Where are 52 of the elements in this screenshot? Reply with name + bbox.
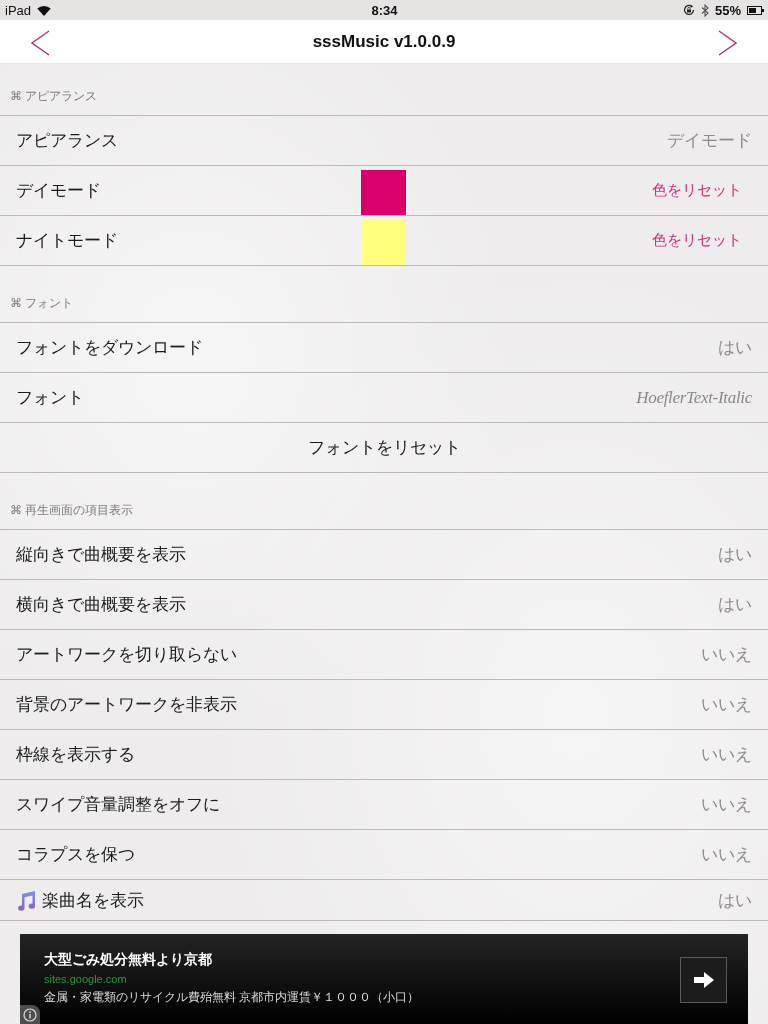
setting-value: いいえ — [701, 644, 752, 666]
setting-label: 横向きで曲概要を表示 — [16, 594, 186, 616]
color-swatch-icon[interactable] — [361, 170, 406, 215]
bluetooth-icon — [700, 3, 709, 17]
music-note-icon — [16, 889, 36, 911]
reset-font-button[interactable]: フォントをリセット — [0, 423, 768, 473]
setting-label: ナイトモード — [16, 230, 118, 252]
ad-url: sites.google.com — [44, 972, 127, 985]
setting-value: いいえ — [701, 744, 752, 766]
setting-label: アピアランス — [16, 130, 118, 152]
setting-label: フォントをダウンロード — [16, 337, 203, 359]
setting-label: フォント — [16, 387, 84, 409]
wifi-icon — [37, 4, 52, 16]
chevron-right-icon — [718, 30, 737, 56]
ad-title: 大型ごみ処分無料より京都 — [44, 950, 212, 969]
section-header: ⌘ アピアランス — [10, 88, 98, 105]
arrow-right-icon — [692, 971, 715, 989]
section-header: ⌘ フォント — [10, 295, 74, 312]
window-title: sssMusic v1.0.0.9 — [312, 31, 456, 52]
forward-button[interactable] — [718, 30, 737, 56]
setting-value: はい — [718, 337, 752, 359]
setting-label: デイモード — [16, 180, 101, 202]
back-button[interactable] — [31, 30, 50, 56]
chevron-left-icon — [31, 30, 50, 56]
reset-color-button[interactable]: 色をリセット — [642, 229, 752, 252]
color-swatch-icon[interactable] — [361, 220, 406, 265]
ad-banner[interactable]: 大型ごみ処分無料より京都 sites.google.com 金属・家電類のリサイクル費殆無料 京都市内運賃￥１０００（小口） — [20, 934, 748, 1024]
setting-label: スワイプ音量調整をオフに — [16, 794, 220, 816]
setting-label: 楽曲名を表示 — [42, 889, 144, 912]
ad-description: 金属・家電類のリサイクル費殆無料 京都市内運賃￥１０００（小口） — [44, 988, 420, 1006]
battery-icon — [747, 5, 764, 15]
setting-value: いいえ — [701, 694, 752, 716]
ad-open-button[interactable] — [680, 957, 727, 1003]
setting-value: はい — [718, 889, 752, 912]
setting-value: いいえ — [701, 794, 752, 816]
setting-value: はい — [718, 544, 752, 566]
clock-time: 8:34 — [371, 2, 398, 18]
device-name: iPad — [5, 2, 32, 18]
setting-label: コラプスを保つ — [16, 844, 135, 866]
setting-label: アートワークを切り取らない — [16, 644, 237, 666]
reset-color-button[interactable]: 色をリセット — [642, 179, 752, 202]
battery-percent: 55% — [714, 2, 741, 18]
setting-label: 枠線を表示する — [16, 744, 135, 766]
setting-label: 背景のアートワークを非表示 — [16, 694, 237, 716]
setting-label: 縦向きで曲概要を表示 — [16, 544, 186, 566]
font-name-value: HoeflerText-Italic — [636, 387, 752, 408]
setting-value: いいえ — [701, 844, 752, 866]
section-header: ⌘ 再生画面の項目表示 — [10, 502, 134, 519]
setting-value: はい — [718, 594, 752, 616]
rotation-lock-icon — [682, 4, 695, 16]
info-icon[interactable] — [20, 1005, 40, 1024]
setting-value: デイモード — [667, 130, 752, 152]
